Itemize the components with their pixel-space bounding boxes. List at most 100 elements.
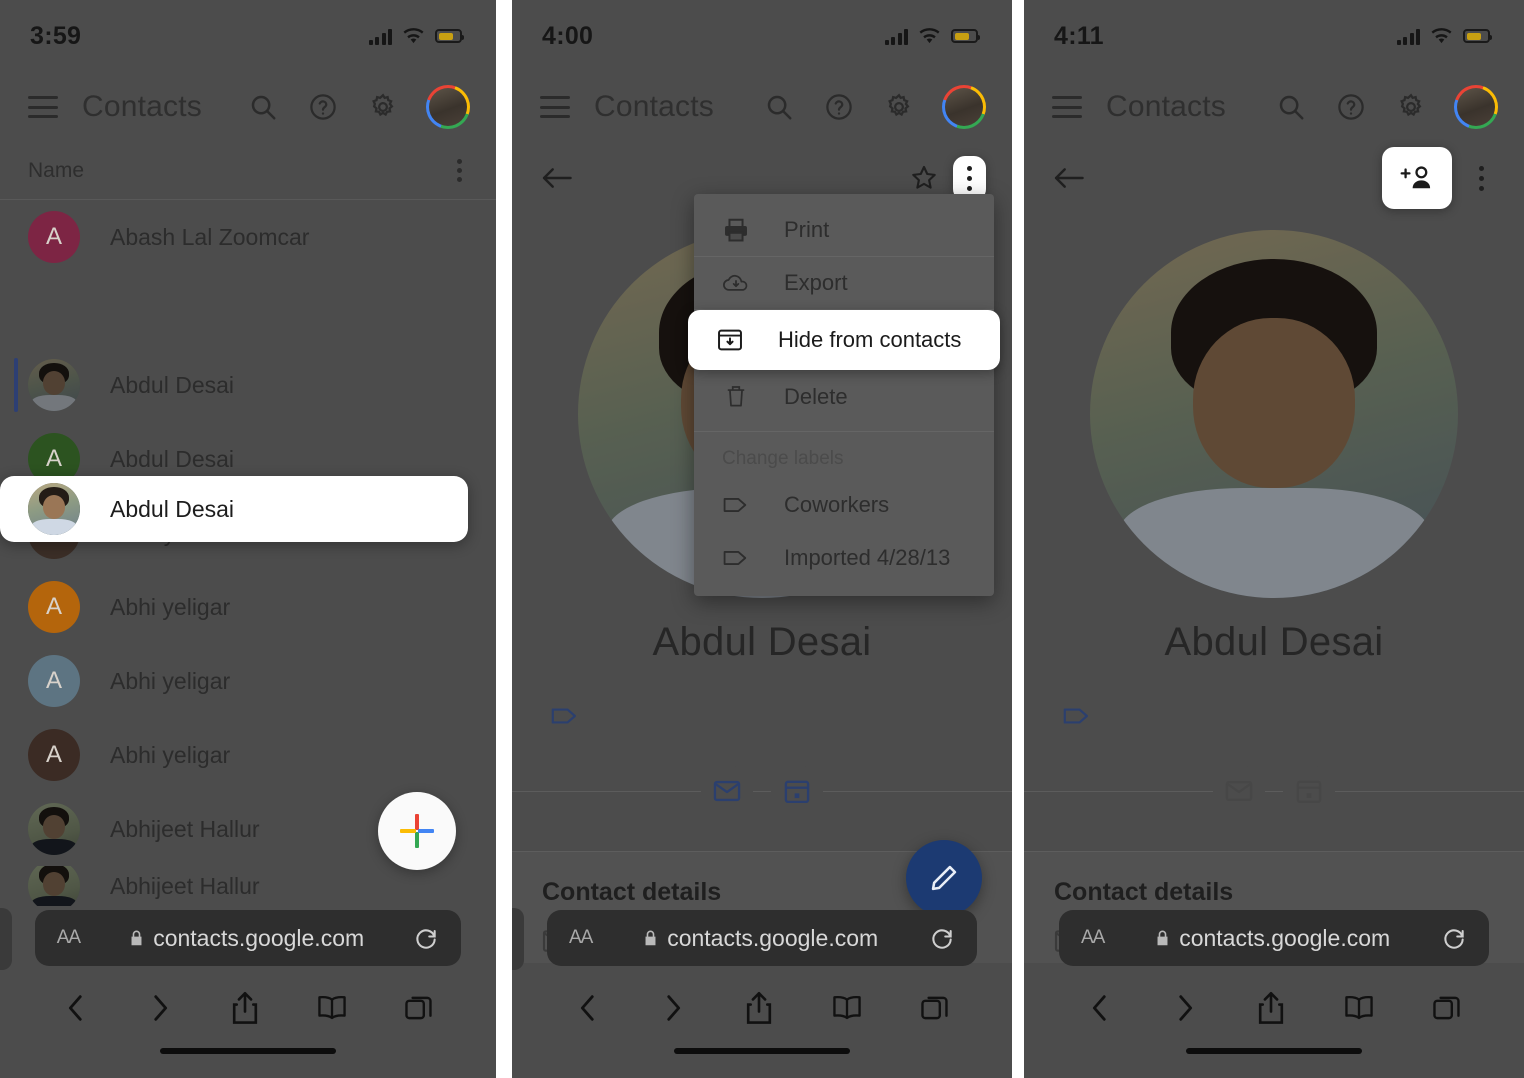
book-icon[interactable] [1342, 991, 1376, 1025]
help-icon[interactable] [306, 90, 340, 124]
help-icon[interactable] [822, 90, 856, 124]
text-size-label: AA [1081, 927, 1105, 948]
reload-icon[interactable] [1441, 925, 1467, 951]
email-icon[interactable] [701, 765, 753, 817]
back-arrow-icon[interactable] [538, 159, 576, 197]
label-chip-row [512, 693, 1012, 739]
account-avatar[interactable] [1454, 85, 1498, 129]
wifi-icon [1431, 27, 1452, 45]
text-size-button[interactable]: AA [1081, 927, 1105, 949]
menu-item-print[interactable]: Print [694, 204, 994, 257]
menu-item-label-imported[interactable]: Imported 4/28/13 [694, 531, 994, 584]
label-tag-icon [723, 550, 747, 565]
text-size-button[interactable]: AA [569, 927, 593, 949]
add-to-contacts-button[interactable] [1382, 147, 1452, 209]
book-icon[interactable] [315, 991, 349, 1025]
list-item[interactable]: A Abhi yeligar [0, 718, 496, 792]
tabs-icon[interactable] [919, 992, 951, 1024]
avatar-initial: A [45, 223, 62, 250]
tabs-icon[interactable] [403, 992, 435, 1024]
trash-icon [727, 385, 745, 407]
list-item[interactable]: A Abhi yeligar [0, 570, 496, 644]
add-contact-button[interactable] [378, 792, 456, 870]
gear-icon[interactable] [366, 90, 400, 124]
chevron-left-icon[interactable] [61, 991, 91, 1025]
share-icon[interactable] [743, 990, 775, 1026]
app-bar-actions [762, 85, 986, 129]
chevron-left-icon[interactable] [1085, 991, 1115, 1025]
chevron-right-icon[interactable] [145, 991, 175, 1025]
reload-icon[interactable] [929, 925, 955, 951]
menu-item-label: Imported 4/28/13 [784, 544, 951, 570]
chevron-right-icon[interactable] [658, 991, 688, 1025]
tab-peek [512, 908, 524, 970]
list-item[interactable]: Abdul Desai [0, 348, 496, 422]
highlighted-contact-card[interactable]: Abdul Desai [0, 476, 468, 542]
contact-name: Abhi yeligar [110, 667, 231, 694]
search-icon[interactable] [762, 90, 796, 124]
back-arrow-icon[interactable] [1050, 159, 1088, 197]
url-bar[interactable]: AA contacts.google.com [547, 910, 977, 966]
hamburger-icon[interactable] [1052, 96, 1082, 118]
page-title: Contacts [1106, 90, 1226, 123]
panel-contact-detail-hidden: 4:11 Contacts Abdul Desai Contact detail… [1024, 0, 1524, 1078]
hamburger-icon[interactable] [540, 96, 570, 118]
share-icon[interactable] [1255, 990, 1287, 1026]
safari-bottom-bar: AA contacts.google.com [0, 908, 496, 1078]
gear-icon[interactable] [1394, 90, 1428, 124]
menu-item-label: Hide from contacts [778, 327, 962, 352]
tabs-icon[interactable] [1431, 992, 1463, 1024]
label-tag-icon[interactable] [542, 693, 588, 739]
calendar-icon[interactable] [1283, 765, 1335, 817]
search-icon[interactable] [1274, 90, 1308, 124]
overflow-menu-button[interactable] [1464, 161, 1498, 195]
avatar [28, 866, 80, 906]
status-bar: 4:00 [512, 0, 1012, 72]
detail-toolbar [1024, 142, 1524, 214]
book-icon[interactable] [830, 991, 864, 1025]
list-item[interactable]: Abhijeet Hallur [0, 866, 496, 906]
page-title: Contacts [594, 90, 714, 123]
home-indicator [1186, 1048, 1362, 1054]
account-avatar[interactable] [426, 85, 470, 129]
contact-photo [28, 803, 80, 855]
battery-icon [1463, 29, 1492, 43]
menu-item-label-coworkers[interactable]: Coworkers [694, 478, 994, 531]
email-icon[interactable] [1213, 765, 1265, 817]
menu-item-export[interactable]: Export [694, 257, 994, 310]
url-bar[interactable]: AA contacts.google.com [1059, 910, 1489, 966]
contact-name: Abash Lal Zoomcar [110, 223, 310, 250]
cellular-signal-icon [1396, 28, 1420, 45]
panel-contacts-list: 3:59 Contacts Name A Abash Lal Zoomcar A… [0, 0, 496, 1078]
safari-bottom-bar: AA contacts.google.com [1024, 910, 1524, 1078]
gear-icon[interactable] [882, 90, 916, 124]
menu-item-hide-from-contacts[interactable]: Hide from contacts [688, 310, 1000, 370]
share-icon[interactable] [229, 990, 261, 1026]
chevron-right-icon[interactable] [1170, 991, 1200, 1025]
edit-contact-button[interactable] [906, 840, 982, 916]
label-tag-icon[interactable] [1054, 693, 1100, 739]
quick-actions [512, 765, 1012, 817]
star-outline-icon[interactable] [907, 161, 941, 195]
kebab-icon[interactable] [451, 153, 468, 188]
chevron-left-icon[interactable] [573, 991, 603, 1025]
contact-detail-name: Abdul Desai [652, 620, 872, 664]
url-bar[interactable]: AA contacts.google.com [34, 910, 462, 966]
account-avatar[interactable] [942, 85, 986, 129]
status-icons [368, 27, 464, 45]
wifi-icon [403, 27, 424, 45]
search-icon[interactable] [246, 90, 280, 124]
menu-item-delete[interactable]: Delete [694, 370, 994, 423]
list-item[interactable]: A Abhi yeligar [0, 644, 496, 718]
app-bar-actions [246, 85, 470, 129]
help-icon[interactable] [1334, 90, 1368, 124]
calendar-icon[interactable] [771, 765, 823, 817]
menu-group-change-labels: Change labels [694, 431, 994, 478]
text-size-button[interactable]: AA [57, 927, 81, 949]
list-item[interactable]: A Abash Lal Zoomcar [0, 200, 496, 274]
avatar-initial: A [45, 593, 62, 620]
contact-name: Abhijeet Hallur [110, 872, 260, 899]
hamburger-icon[interactable] [28, 96, 58, 118]
lock-icon [645, 930, 656, 946]
reload-icon[interactable] [413, 925, 439, 951]
